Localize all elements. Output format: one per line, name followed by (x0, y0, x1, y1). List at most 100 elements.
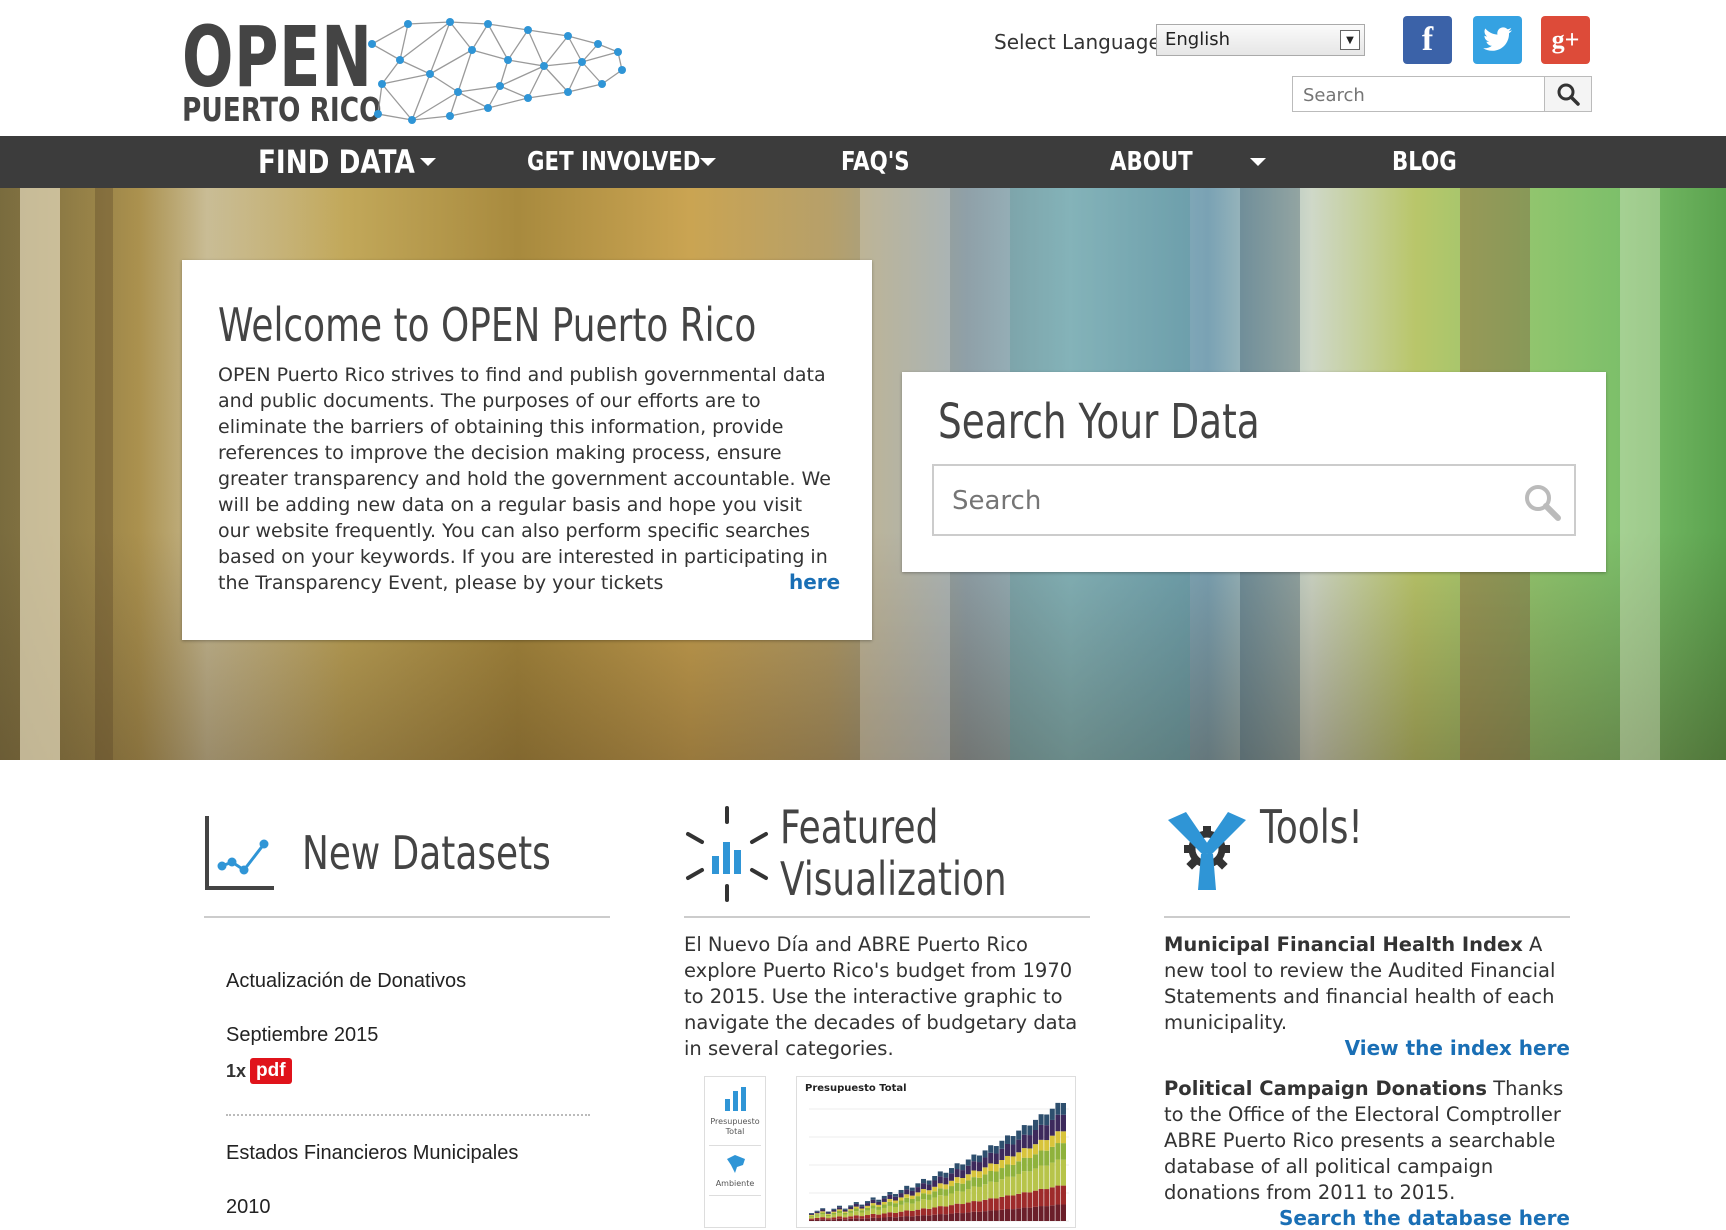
thumb-bar-segment (1038, 1206, 1044, 1221)
site-logo[interactable]: OPEN PUERTO RICO (182, 8, 642, 129)
thumb-bar-segment (960, 1191, 966, 1205)
dataset-period: Septiembre 2015 (226, 1024, 379, 1046)
thumb-bar-segment (904, 1216, 910, 1221)
header-search-button[interactable] (1544, 77, 1591, 111)
chevron-down-icon[interactable] (1250, 158, 1266, 166)
thumb-bar-segment (893, 1217, 898, 1221)
thumb-bar-segment (932, 1197, 938, 1208)
thumb-bar-segment (1005, 1176, 1010, 1196)
thumb-divider (709, 1195, 761, 1196)
thumb-bar-segment (1010, 1176, 1016, 1196)
hero-decor (95, 188, 113, 760)
google-plus-button[interactable]: g+ (1541, 16, 1590, 64)
facebook-button[interactable]: f (1403, 16, 1452, 64)
tool-financial-index-desc: Municipal Financial Health Index A new t… (1164, 932, 1570, 1036)
thumb-bar-segment (837, 1213, 842, 1217)
thumb-bar-segment (943, 1189, 949, 1196)
thumb-bar-segment (1061, 1103, 1066, 1115)
featured-visualization-thumbnail[interactable]: Presupuesto Total Ambiente Presupuesto T… (704, 1076, 1076, 1228)
thumb-bar-segment (887, 1216, 893, 1221)
thumb-bar-segment (1033, 1190, 1038, 1207)
thumb-bar-segment (865, 1215, 870, 1219)
thumb-bar-segment (949, 1173, 954, 1181)
thumb-bar-segment (831, 1212, 837, 1215)
thumb-bar-segment (820, 1214, 826, 1218)
thumb-bar-segment (1027, 1135, 1033, 1149)
thumb-bar-segment (937, 1195, 943, 1207)
thumb-bar-segment (943, 1177, 949, 1185)
thumb-bar-segment (865, 1201, 870, 1204)
tickets-link[interactable]: here (789, 570, 840, 594)
thumb-bar-segment (887, 1201, 893, 1206)
thumb-bar-segment (820, 1211, 826, 1213)
thumb-bar-segment (909, 1198, 915, 1204)
thumb-bar-segment (876, 1206, 882, 1210)
nav-find-data-label: FIND DATA (258, 143, 415, 181)
thumb-bar-segment (999, 1168, 1005, 1180)
thumb-bar-segment (865, 1207, 870, 1211)
thumb-bar-segment (831, 1209, 837, 1212)
thumb-bar-segment (870, 1213, 876, 1218)
thumb-bar-segment (1033, 1168, 1038, 1191)
twitter-button[interactable] (1473, 16, 1522, 64)
thumb-bar-segment (825, 1211, 831, 1213)
thumb-bar-segment (1061, 1159, 1066, 1186)
bar-chart-icon (725, 1087, 746, 1111)
thumb-bar-segment (1061, 1143, 1066, 1160)
thumb-bar-segment (859, 1206, 865, 1209)
search-icon[interactable] (1522, 482, 1562, 522)
thumb-bar-segment (809, 1219, 814, 1221)
thumb-bar-segment (949, 1205, 954, 1214)
thumb-bar-segment (825, 1216, 831, 1219)
thumb-bar-segment (876, 1199, 882, 1202)
pdf-download-button[interactable]: pdf (250, 1058, 292, 1084)
thumb-bar-segment (926, 1215, 932, 1221)
thumb-bar-segment (1005, 1164, 1010, 1177)
thumb-bar-segment (926, 1184, 932, 1191)
thumb-bar-segment (937, 1183, 943, 1189)
thumb-bar-segment (943, 1214, 949, 1221)
thumb-bar-segment (926, 1194, 932, 1200)
thumb-sidebar: Presupuesto Total Ambiente (704, 1076, 766, 1228)
search-database-link[interactable]: Search the database here (1279, 1206, 1570, 1230)
view-index-link[interactable]: View the index here (1345, 1036, 1570, 1060)
thumb-bar-segment (915, 1187, 921, 1193)
thumb-bar-segment (809, 1218, 814, 1220)
dataset-name[interactable]: Actualización de Donativos (226, 970, 466, 993)
thumb-bar-segment (1005, 1209, 1010, 1221)
thumb-bar-segment (1027, 1125, 1033, 1136)
thumb-bar-segment (831, 1217, 837, 1220)
thumb-bar-segment (809, 1213, 814, 1215)
thumb-bar-segment (988, 1198, 994, 1211)
tools-gear-icon (1168, 812, 1246, 890)
network-map-icon (368, 18, 626, 124)
data-search-input[interactable] (950, 484, 1494, 518)
thumb-bar-segment (988, 1163, 994, 1172)
thumb-bar-segment (999, 1160, 1005, 1169)
nav-blog[interactable]: BLOG (1392, 136, 1471, 188)
thumb-bar-segment (1005, 1155, 1010, 1165)
thumb-bar-segment (814, 1213, 820, 1215)
thumb-bar-segment (949, 1168, 954, 1174)
search-card: Search Your Data (902, 372, 1606, 572)
thumb-bar-segment (820, 1212, 826, 1215)
thumb-bar-segment (982, 1199, 988, 1212)
bar-chart-sparkle-icon (686, 806, 768, 902)
thumb-bar-segment (999, 1196, 1005, 1210)
thumb-bar-segment (904, 1194, 910, 1198)
featured-description: El Nuevo Día and ABRE Puerto Rico explor… (684, 933, 1078, 1060)
chevron-down-icon[interactable] (420, 158, 436, 166)
thumb-bar-segment (870, 1208, 876, 1214)
search-icon (1557, 83, 1580, 106)
thumb-bar-segment (853, 1218, 859, 1221)
nav-about[interactable]: ABOUT (1110, 136, 1211, 188)
thumb-bar-segment (1038, 1150, 1044, 1166)
thumb-bar-segment (954, 1177, 960, 1183)
header-search-input[interactable] (1301, 82, 1545, 108)
thumb-bar-segment (881, 1195, 887, 1199)
nav-faqs[interactable]: FAQ'S (841, 136, 925, 188)
language-select[interactable]: English ▼ (1156, 24, 1365, 56)
dataset-name[interactable]: Estados Financieros Municipales (226, 1142, 518, 1165)
thumb-bar-segment (825, 1213, 831, 1215)
chevron-down-icon[interactable] (700, 158, 716, 166)
